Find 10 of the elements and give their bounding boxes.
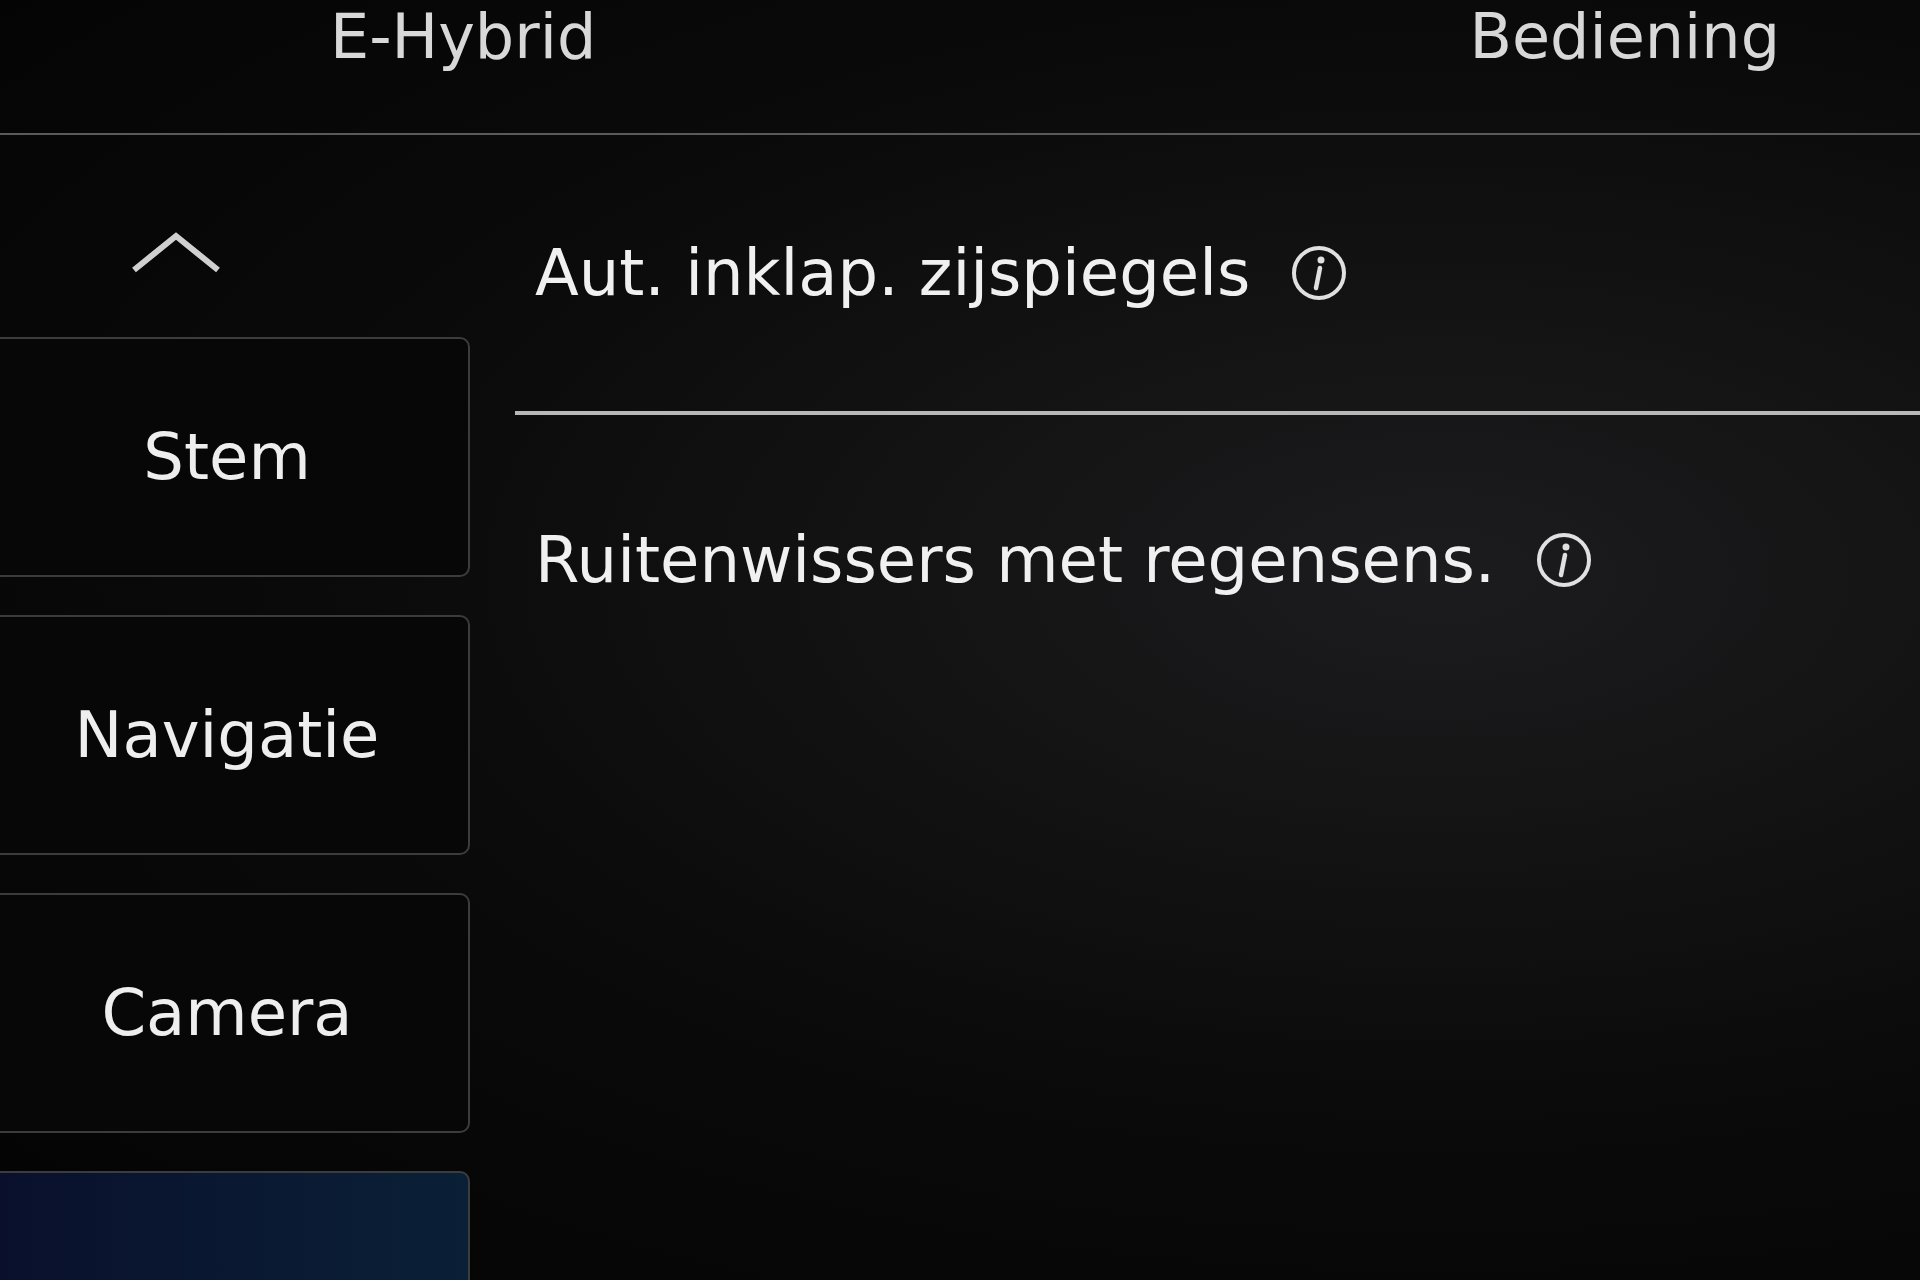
scroll-up-chevron-icon[interactable] [130, 230, 222, 274]
sidebar-tab[interactable]: Stem [0, 337, 470, 577]
setting-label[interactable]: Ruitenwissers met regensens. [535, 523, 1496, 597]
info-icon[interactable] [1290, 244, 1349, 302]
header-title: E-Hybrid [330, 0, 597, 73]
section-title: Bediening [1469, 0, 1780, 73]
info-icon[interactable] [1535, 531, 1594, 589]
sidebar-tab[interactable]: Camera [0, 893, 470, 1133]
sidebar-tab[interactable]: Navigatie [0, 615, 470, 855]
setting-label[interactable]: Aut. inklap. zijspiegels [535, 236, 1251, 310]
